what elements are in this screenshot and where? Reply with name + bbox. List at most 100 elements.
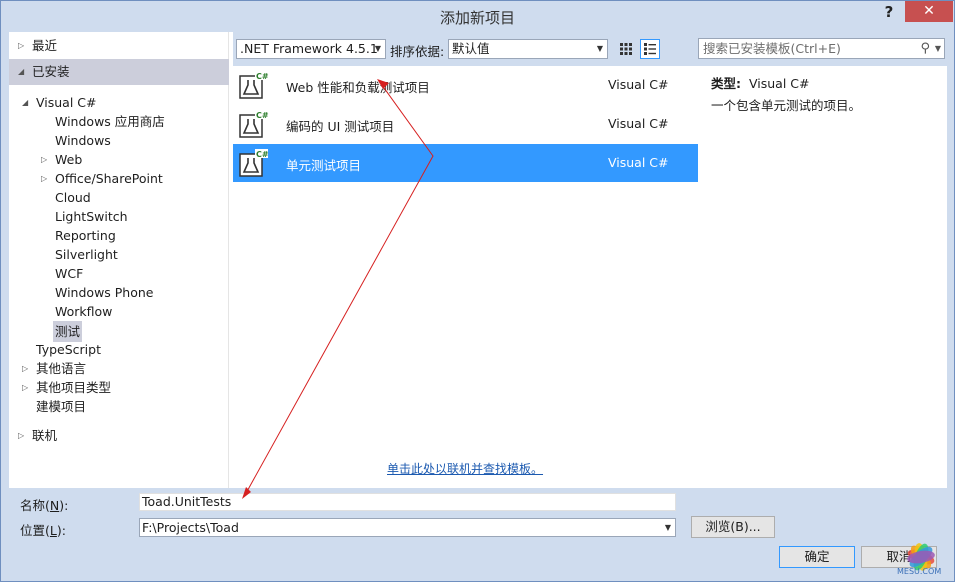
tree-item-web[interactable]: ▷ Web bbox=[9, 150, 229, 169]
location-field[interactable]: F:\Projects\Toad ▼ bbox=[139, 518, 676, 537]
location-label-text: 位置( bbox=[20, 523, 50, 538]
chevron-right-icon[interactable]: ▷ bbox=[41, 150, 51, 169]
name-label-suffix: ): bbox=[59, 498, 69, 513]
find-templates-online-link[interactable]: 单击此处以联机并查找模板。 bbox=[387, 460, 543, 477]
tree-item-wcf[interactable]: WCF bbox=[9, 264, 229, 283]
chevron-down-icon[interactable]: ▼ bbox=[597, 40, 603, 58]
tree-item-silverlight[interactable]: Silverlight bbox=[9, 245, 229, 264]
tree-item-office-sharepoint[interactable]: ▷ Office/SharePoint bbox=[9, 169, 229, 188]
name-field[interactable]: Toad.UnitTests bbox=[139, 493, 676, 511]
detail-type-label: 类型: bbox=[711, 76, 741, 91]
tree-item-installed[interactable]: ◢ 已安装 bbox=[9, 59, 229, 85]
name-label: 名称(N): bbox=[20, 495, 68, 514]
chevron-down-icon[interactable]: ▼ bbox=[935, 39, 941, 58]
ok-button[interactable]: 确定 bbox=[779, 546, 855, 568]
sort-label: 排序依据: bbox=[390, 44, 445, 59]
tree-item-label: 建模项目 bbox=[36, 399, 87, 414]
svg-text:C#: C# bbox=[256, 111, 269, 120]
title-bar[interactable]: 添加新项目 ? ✕ bbox=[1, 1, 954, 31]
tree-item-label: 其他语言 bbox=[36, 361, 87, 376]
grid-view-button[interactable] bbox=[616, 39, 636, 59]
dialog-client: ▷ 最近 ◢ 已安装 ◢ Visual C# Windows 应用商店 Wind… bbox=[9, 32, 947, 488]
tree-item-online[interactable]: ▷ 联机 bbox=[9, 426, 229, 445]
template-row-selected[interactable]: C# 单元测试项目 Visual C# bbox=[233, 144, 698, 182]
sort-value: 默认值 bbox=[452, 41, 490, 56]
close-button[interactable]: ✕ bbox=[905, 1, 953, 22]
tree-item-label: Windows bbox=[55, 133, 111, 148]
chevron-right-icon[interactable]: ▷ bbox=[18, 36, 28, 55]
template-language: Visual C# bbox=[608, 77, 669, 92]
tree-item-label: Visual C# bbox=[36, 95, 97, 110]
tree-item-label: Web bbox=[55, 152, 83, 167]
tree-item-lightswitch[interactable]: LightSwitch bbox=[9, 207, 229, 226]
template-language: Visual C# bbox=[608, 116, 669, 131]
location-value: F:\Projects\Toad bbox=[142, 520, 239, 535]
search-placeholder: 搜索已安装模板(Ctrl+E) bbox=[703, 41, 841, 56]
template-name: Web 性能和负载测试项目 bbox=[286, 80, 430, 95]
tree-item-visual-csharp[interactable]: ◢ Visual C# bbox=[9, 93, 229, 112]
tree-item-cloud[interactable]: Cloud bbox=[9, 188, 229, 207]
chevron-right-icon[interactable]: ▷ bbox=[22, 359, 32, 378]
framework-select[interactable]: .NET Framework 4.5.1 ▼ bbox=[236, 39, 386, 59]
sort-select[interactable]: 默认值 ▼ bbox=[448, 39, 608, 59]
tree-item-label: WCF bbox=[55, 266, 84, 281]
location-label: 位置(L): bbox=[20, 520, 66, 539]
tree-item-label: 测试 bbox=[53, 321, 83, 342]
tree-item-test[interactable]: 测试 bbox=[9, 321, 229, 342]
chevron-down-icon[interactable]: ◢ bbox=[22, 93, 32, 112]
svg-text:C#: C# bbox=[256, 72, 269, 81]
tree-item-reporting[interactable]: Reporting bbox=[9, 226, 229, 245]
tree-item-windows-store[interactable]: Windows 应用商店 bbox=[9, 112, 229, 131]
tree-item-typescript[interactable]: TypeScript bbox=[9, 340, 229, 359]
tree-item-other-project-types[interactable]: ▷ 其他项目类型 bbox=[9, 378, 229, 397]
template-name: 编码的 UI 测试项目 bbox=[286, 119, 395, 134]
browse-button[interactable]: 浏览(B)... bbox=[691, 516, 775, 538]
tree-item-recent[interactable]: ▷ 最近 bbox=[9, 36, 229, 55]
name-label-text: 名称( bbox=[20, 498, 50, 513]
tree-item-label: Office/SharePoint bbox=[55, 171, 163, 186]
help-button[interactable]: ? bbox=[879, 3, 899, 23]
search-icon[interactable]: ⚲ bbox=[920, 39, 930, 58]
list-view-icon bbox=[644, 43, 656, 55]
location-label-suffix: ): bbox=[56, 523, 66, 538]
template-category-tree: ▷ 最近 ◢ 已安装 ◢ Visual C# Windows 应用商店 Wind… bbox=[9, 32, 229, 488]
template-name: 单元测试项目 bbox=[286, 158, 362, 173]
add-new-project-dialog: 添加新项目 ? ✕ ▷ 最近 ◢ 已安装 ◢ Visual C# Windows… bbox=[0, 0, 955, 582]
tree-item-label: 联机 bbox=[32, 428, 58, 443]
search-templates-input[interactable]: 搜索已安装模板(Ctrl+E) ⚲ ▼ bbox=[698, 38, 945, 59]
chevron-down-icon[interactable]: ▼ bbox=[665, 519, 671, 536]
grid-view-icon bbox=[620, 43, 632, 55]
tree-item-label: Silverlight bbox=[55, 247, 118, 262]
chevron-down-icon[interactable]: ◢ bbox=[18, 59, 28, 85]
tree-item-modeling-projects[interactable]: 建模项目 bbox=[9, 397, 229, 416]
svg-text:C#: C# bbox=[256, 150, 269, 159]
tree-item-windows-phone[interactable]: Windows Phone bbox=[9, 283, 229, 302]
template-row[interactable]: C# 编码的 UI 测试项目 Visual C# bbox=[233, 105, 698, 143]
tree-item-label: Workflow bbox=[55, 304, 113, 319]
chevron-right-icon[interactable]: ▷ bbox=[18, 426, 28, 445]
tree-item-other-languages[interactable]: ▷ 其他语言 bbox=[9, 359, 229, 378]
test-project-icon: C# bbox=[239, 110, 269, 138]
list-view-button[interactable] bbox=[640, 39, 660, 59]
tree-item-label: Windows Phone bbox=[55, 285, 154, 300]
chevron-down-icon[interactable]: ▼ bbox=[375, 40, 381, 58]
template-language: Visual C# bbox=[608, 155, 669, 170]
detail-description: 一个包含单元测试的项目。 bbox=[711, 98, 862, 113]
framework-value: .NET Framework 4.5.1 bbox=[240, 41, 378, 56]
chevron-right-icon[interactable]: ▷ bbox=[22, 378, 32, 397]
tree-item-workflow[interactable]: Workflow bbox=[9, 302, 229, 321]
test-project-icon: C# bbox=[239, 149, 269, 177]
tree-item-label: Reporting bbox=[55, 228, 116, 243]
location-label-accesskey: L bbox=[49, 523, 57, 538]
template-toolbar: .NET Framework 4.5.1 ▼ 排序依据: 默认值 ▼ 搜索已安装… bbox=[233, 32, 947, 66]
window-title: 添加新项目 bbox=[439, 9, 515, 27]
tree-item-windows[interactable]: Windows bbox=[9, 131, 229, 150]
detail-type-value: Visual C# bbox=[749, 76, 810, 91]
detail-type: 类型: Visual C# bbox=[711, 73, 810, 92]
tree-item-label: LightSwitch bbox=[55, 209, 128, 224]
template-row[interactable]: C# Web 性能和负载测试项目 Visual C# bbox=[233, 66, 698, 104]
chevron-right-icon[interactable]: ▷ bbox=[41, 169, 51, 188]
template-details: 类型: Visual C# 一个包含单元测试的项目。 bbox=[700, 66, 947, 488]
tree-item-label: TypeScript bbox=[36, 342, 101, 357]
name-label-accesskey: N bbox=[49, 498, 60, 513]
